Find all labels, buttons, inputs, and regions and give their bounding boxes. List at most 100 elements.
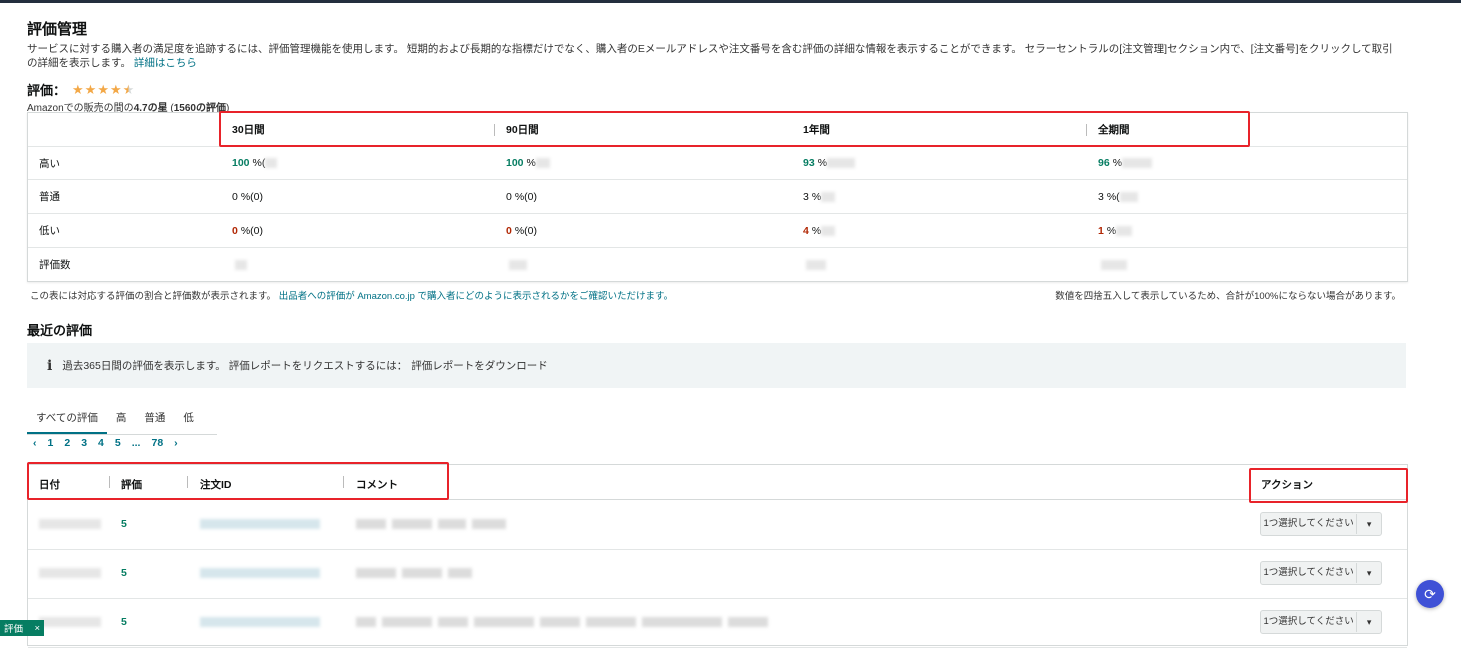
rating-value: 5	[121, 616, 127, 628]
footnote-text: この表には対応する評価の割合と評価数が表示されます。	[30, 291, 277, 302]
download-report-link[interactable]: 評価レポートをダウンロード	[411, 358, 548, 373]
redacted-comment	[402, 568, 442, 578]
chevron-down-icon[interactable]: ▾	[1357, 519, 1381, 530]
redacted-comment	[472, 519, 506, 529]
redacted-comment	[474, 617, 534, 627]
page-link[interactable]: 2	[64, 437, 70, 449]
page-description: サービスに対する購入者の満足度を追跡するには、評価管理機能を使用します。 短期的…	[27, 42, 1402, 70]
metric-cell	[506, 248, 527, 281]
redacted-value	[1101, 259, 1127, 270]
info-icon: i	[47, 357, 53, 374]
metric-percent: 0	[232, 190, 238, 203]
metric-suffix: %	[817, 157, 828, 169]
metric-percent: 0	[232, 224, 238, 237]
rating-summary: 評価： ★ ★ ★ ★ ★	[27, 80, 134, 99]
redacted-date	[39, 519, 101, 529]
metric-cell	[803, 248, 826, 281]
footnote-link[interactable]: 出品者への評価が Amazon.co.jp で購入者にどのように表示されるかをご…	[279, 291, 673, 302]
page-link[interactable]: 5	[115, 437, 121, 449]
details-link[interactable]: 詳細はこちら	[134, 57, 197, 69]
table-footnote: この表には対応する評価の割合と評価数が表示されます。 出品者への評価が Amaz…	[30, 288, 673, 302]
metric-suffix: %(0)	[514, 224, 538, 237]
star-icon: ★	[84, 81, 97, 97]
star-icon: ★	[72, 81, 84, 97]
metric-suffix: %(0)	[514, 190, 538, 203]
redacted-comment	[392, 519, 432, 529]
redacted-order-id-link[interactable]	[200, 519, 320, 529]
redacted-order-id-link[interactable]	[200, 617, 320, 627]
metric-cell: 96%	[1098, 147, 1153, 179]
table-row: 5 1つ選択してください ▾	[28, 500, 1407, 550]
chevron-down-icon[interactable]: ▾	[1357, 617, 1381, 628]
metric-suffix: %	[526, 157, 536, 169]
rating-label: 評価：	[27, 83, 67, 98]
bottom-tab[interactable]: 評価 ×	[0, 620, 44, 636]
redacted-comment	[642, 617, 722, 627]
table-row: 5 1つ選択してください ▾	[28, 598, 1407, 648]
metric-cell	[232, 248, 247, 281]
row-label: 高い	[39, 157, 60, 170]
action-select-label: 1つ選択してください	[1261, 563, 1358, 583]
tab-low[interactable]: 低	[174, 404, 203, 434]
half-star-icon: ★	[122, 81, 135, 97]
redacted-comment	[438, 519, 466, 529]
star-icon: ★	[109, 81, 122, 97]
metric-percent: 3	[1098, 190, 1104, 203]
close-icon[interactable]: ×	[34, 623, 40, 634]
highlight-box-period-columns	[219, 111, 1250, 147]
metric-percent: 0	[506, 224, 512, 237]
redacted-value	[1116, 225, 1133, 236]
metric-suffix: %	[811, 190, 822, 203]
chevron-down-icon[interactable]: ▾	[1357, 568, 1381, 579]
metric-suffix: %	[811, 224, 822, 237]
redacted-value	[1119, 191, 1138, 202]
action-select[interactable]: 1つ選択してください ▾	[1260, 561, 1382, 585]
redacted-order-id-link[interactable]	[200, 568, 320, 578]
metric-percent: 0	[506, 190, 512, 203]
page-link[interactable]: 3	[81, 437, 87, 449]
action-select[interactable]: 1つ選択してください ▾	[1260, 610, 1382, 634]
redacted-date	[39, 617, 101, 627]
row-label: 低い	[39, 225, 60, 237]
redacted-value	[821, 225, 836, 236]
metric-suffix: %(	[1106, 190, 1120, 203]
metric-suffix: %	[1112, 157, 1123, 169]
redacted-comment	[356, 617, 376, 627]
redacted-comment	[356, 519, 386, 529]
redacted-value	[821, 191, 836, 202]
redacted-date	[39, 568, 101, 578]
page-link[interactable]: ...	[132, 437, 141, 449]
highlight-box-action	[1249, 468, 1408, 503]
tab-neutral[interactable]: 普通	[135, 404, 174, 434]
metric-suffix: %(0)	[240, 224, 264, 237]
redacted-comment	[540, 617, 580, 627]
bottom-tab-label: 評価	[4, 624, 24, 635]
redacted-value	[806, 259, 826, 270]
action-select[interactable]: 1つ選択してください ▾	[1260, 512, 1382, 536]
redacted-value	[509, 259, 527, 270]
performance-row-low: 低い 0 %(0) 0 %(0) 4% 1%	[28, 214, 1407, 248]
redacted-comment	[448, 568, 472, 578]
metric-cell: 3 %(	[1098, 180, 1138, 213]
tab-high[interactable]: 高	[107, 404, 136, 434]
metric-percent: 3	[803, 190, 809, 203]
page-link[interactable]: 78	[151, 437, 163, 449]
performance-row-high: 高い 100 %(100% 93% 96%	[28, 147, 1407, 180]
page-link[interactable]: 4	[98, 437, 104, 449]
performance-row-neutral: 普通 0 %(0) 0 %(0) 3% 3 %(	[28, 180, 1407, 214]
description-text: サービスに対する購入者の満足度を追跡するには、評価管理機能を使用します。 短期的…	[27, 43, 1393, 69]
action-select-label: 1つ選択してください	[1261, 612, 1358, 632]
assistant-fab-icon[interactable]: ⟳	[1416, 580, 1444, 608]
pagination: ‹ 1 2 3 4 5... 78 ›	[33, 437, 178, 449]
tab-all[interactable]: すべての評価	[27, 404, 107, 434]
redacted-comment	[728, 617, 768, 627]
next-page-icon[interactable]: ›	[174, 437, 178, 449]
page-link[interactable]: 1	[48, 437, 54, 449]
redacted-value	[535, 158, 550, 168]
highlight-box-columns	[27, 462, 449, 500]
metric-cell: 1%	[1098, 214, 1133, 247]
feedback-tabs: すべての評価 高 普通 低	[27, 404, 217, 435]
info-banner: i 過去365日間の評価を表示します。 評価レポートをリクエストするには： 評価…	[27, 343, 1406, 388]
metric-percent: 93	[803, 157, 815, 169]
prev-page-icon[interactable]: ‹	[33, 437, 37, 449]
